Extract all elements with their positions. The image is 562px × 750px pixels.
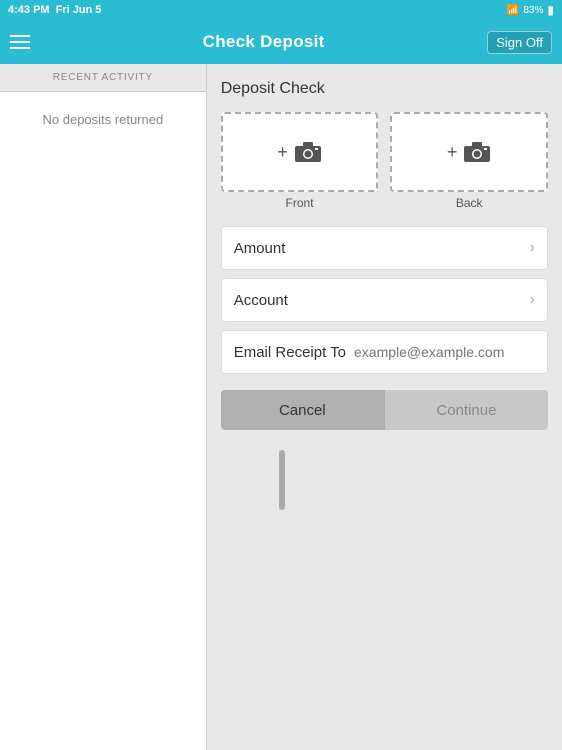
page-title: Check Deposit: [203, 32, 325, 52]
account-chevron-icon: ›: [530, 291, 535, 309]
header: Check Deposit Sign Off: [0, 20, 562, 64]
status-icons: 📶 83% ▮: [507, 3, 554, 17]
email-receipt-label: Email Receipt To: [234, 344, 346, 361]
back-camera-icon: [463, 140, 491, 164]
photo-row: + Front +: [221, 112, 548, 210]
account-row[interactable]: Account ›: [221, 278, 548, 322]
front-camera-icon: [294, 140, 322, 164]
no-deposits-message: No deposits returned: [0, 92, 206, 750]
scrollbar[interactable]: [279, 450, 285, 510]
email-receipt-row: Email Receipt To: [221, 330, 548, 374]
back-plus-icon: +: [447, 142, 458, 163]
back-capture-button[interactable]: +: [390, 112, 548, 192]
status-time: 4:43 PM: [8, 4, 50, 16]
status-date: Fri Jun 5: [56, 4, 102, 16]
wifi-icon: 📶: [507, 5, 519, 16]
back-capture-inner: +: [447, 140, 492, 164]
battery-text: 83%: [523, 5, 543, 16]
account-label: Account: [234, 292, 288, 309]
main-content: RECENT ACTIVITY No deposits returned Dep…: [0, 64, 562, 750]
status-bar: 4:43 PM Fri Jun 5 📶 83% ▮: [0, 0, 562, 20]
amount-chevron-icon: ›: [530, 239, 535, 257]
amount-label: Amount: [234, 240, 286, 257]
front-plus-icon: +: [277, 142, 288, 163]
front-label: Front: [286, 196, 314, 210]
continue-button[interactable]: Continue: [384, 390, 548, 430]
left-panel: RECENT ACTIVITY No deposits returned: [0, 64, 207, 750]
menu-button[interactable]: [10, 35, 40, 49]
back-label: Back: [456, 196, 483, 210]
right-panel: Deposit Check +: [207, 64, 562, 750]
cancel-button[interactable]: Cancel: [221, 390, 384, 430]
email-input[interactable]: [354, 344, 535, 360]
front-capture-inner: +: [277, 140, 322, 164]
signoff-button[interactable]: Sign Off: [487, 31, 552, 54]
front-capture-button[interactable]: +: [221, 112, 379, 192]
button-row: Cancel Continue: [221, 390, 548, 430]
deposit-check-title: Deposit Check: [221, 80, 548, 98]
recent-activity-header: RECENT ACTIVITY: [0, 64, 206, 92]
front-photo-box: + Front: [221, 112, 379, 210]
battery-icon: ▮: [547, 3, 554, 17]
amount-row[interactable]: Amount ›: [221, 226, 548, 270]
back-photo-box: + Back: [390, 112, 548, 210]
